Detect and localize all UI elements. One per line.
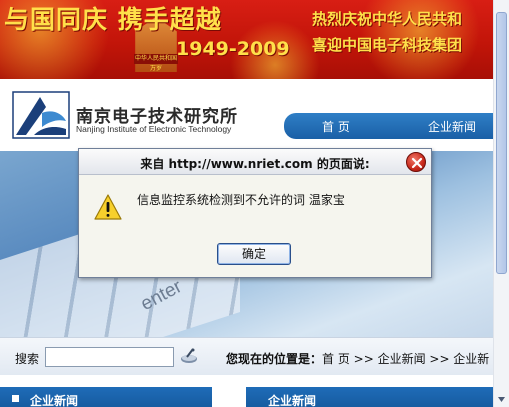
breadcrumb-prefix: 您现在的位置是： <box>226 352 323 366</box>
close-button[interactable] <box>406 152 426 172</box>
institute-logo-icon <box>12 91 70 139</box>
site-header: 南京电子技术研究所 Nanjing Institute of Electroni… <box>0 79 493 151</box>
left-section-title: 企业新闻 <box>30 394 79 407</box>
scrollbar-thumb[interactable] <box>496 12 507 274</box>
breadcrumb-path[interactable]: 首 页 >> 企业新闻 >> 企业新 <box>322 352 489 366</box>
breadcrumb: 您现在的位置是：首 页 >> 企业新闻 >> 企业新 <box>226 350 489 367</box>
search-label: 搜索 <box>15 352 40 366</box>
institute-name-en: Nanjing Institute of Electronic Technolo… <box>76 124 232 134</box>
vertical-scrollbar[interactable] <box>493 0 509 407</box>
dialog-titlebar: 来自 http://www.nriet.com 的页面说: <box>79 149 431 175</box>
gate-plaque: 中华人民共和国万岁 <box>134 54 178 72</box>
main-nav: 首 页 企业新闻 <box>284 113 493 139</box>
top-banner: 中华人民共和国万岁 与国同庆 携手超越 1949-2009 热烈庆祝中华人民共和… <box>0 0 493 79</box>
banner-years: 1949-2009 <box>176 38 290 60</box>
dialog-message: 信息监控系统检测到不允许的词 温家宝 <box>137 193 345 207</box>
banner-slogan-right-2: 喜迎中国电子科技集团 <box>312 36 463 54</box>
close-icon <box>411 157 423 169</box>
warning-icon <box>94 194 122 220</box>
banner-slogan-right-1: 热烈庆祝中华人民共和 <box>312 10 463 28</box>
nav-item-home[interactable]: 首 页 <box>322 118 350 135</box>
ok-button[interactable]: 确定 <box>217 243 291 265</box>
nav-item-news[interactable]: 企业新闻 <box>428 118 476 135</box>
dialog-title: 来自 http://www.nriet.com 的页面说: <box>140 157 370 171</box>
search-input[interactable] <box>45 347 174 367</box>
right-section-title: 企业新闻 <box>268 394 317 407</box>
alert-dialog: 来自 http://www.nriet.com 的页面说: 信息监控系统检测到不… <box>78 148 432 278</box>
scroll-down-arrow-icon[interactable] <box>496 394 507 405</box>
bullet-icon <box>12 395 19 402</box>
search-bar: 搜索 您现在的位置是：首 页 >> 企业新闻 >> 企业新 <box>0 337 493 375</box>
banner-slogan: 与国同庆 携手超越 <box>4 5 222 34</box>
right-section-header: 企业新闻 <box>246 387 493 407</box>
search-button-icon[interactable] <box>180 348 198 364</box>
left-section-header: 企业新闻 <box>0 387 212 407</box>
